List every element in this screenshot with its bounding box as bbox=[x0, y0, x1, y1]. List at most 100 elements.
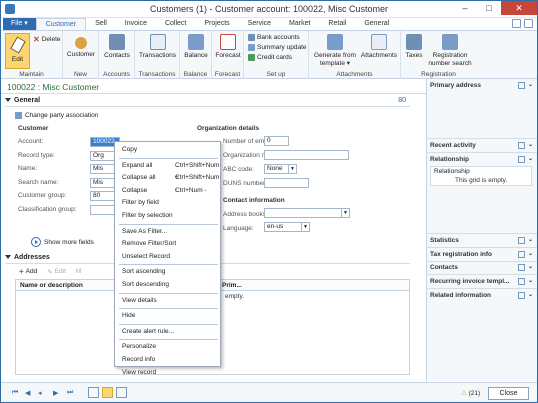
close-window-button[interactable]: ✕ bbox=[501, 1, 537, 15]
attachments-button[interactable]: Attachments bbox=[357, 34, 401, 60]
context-menu-item[interactable]: Collapse Ctrl+Num - bbox=[115, 185, 222, 197]
context-menu-item[interactable]: Create alert rule... bbox=[115, 326, 222, 338]
help-icon[interactable] bbox=[512, 19, 521, 28]
more-address-button[interactable]: M bbox=[76, 268, 81, 275]
context-menu-item[interactable]: View details bbox=[115, 295, 222, 307]
close-button[interactable]: Close bbox=[488, 387, 529, 400]
previous-record-icon[interactable]: ◀ bbox=[25, 389, 30, 397]
file-tab[interactable]: File ▾ bbox=[3, 18, 36, 30]
factbox-recurring-invoice[interactable]: Recurring invoice templ... ⌄ bbox=[430, 278, 533, 285]
edit-button[interactable]: Edit bbox=[5, 33, 30, 69]
address-books-select[interactable]: ▼ bbox=[264, 208, 350, 218]
context-menu-item[interactable]: Sort descending bbox=[115, 279, 222, 291]
registration-number-search-button[interactable]: Registration number search bbox=[425, 34, 475, 68]
context-menu-item[interactable]: Hide bbox=[115, 310, 222, 322]
abc-code-select[interactable]: None ▼ bbox=[264, 164, 297, 174]
new-customer-button[interactable]: Customer bbox=[65, 34, 97, 59]
factbox-statistics[interactable]: Statistics ⌄ bbox=[430, 237, 533, 244]
general-section-header[interactable]: General 80 bbox=[5, 97, 410, 107]
org-number-field[interactable] bbox=[264, 150, 349, 160]
tab-service[interactable]: Service bbox=[239, 18, 280, 30]
factbox-tax-registration[interactable]: Tax registration info ⌄ bbox=[430, 251, 533, 258]
chevron-down-icon[interactable]: ⌄ bbox=[528, 278, 533, 285]
tab-general[interactable]: General bbox=[355, 18, 398, 30]
tab-projects[interactable]: Projects bbox=[195, 18, 238, 30]
chevron-down-icon[interactable]: ⌄ bbox=[528, 251, 533, 258]
tab-sell[interactable]: Sell bbox=[86, 18, 116, 30]
pencil-icon: ✎ bbox=[47, 268, 53, 276]
context-menu-item[interactable]: Expand all Ctrl+Shift+Num + bbox=[115, 160, 222, 181]
chevron-down-icon[interactable]: ⌄ bbox=[528, 142, 533, 149]
maximize-icon[interactable] bbox=[517, 156, 525, 163]
notifications-count[interactable]: ⚠ (21) bbox=[461, 389, 480, 397]
transactions-button[interactable]: Transactions bbox=[137, 34, 178, 60]
context-menu-item[interactable]: Personalize bbox=[115, 341, 222, 353]
chevron-down-icon[interactable]: ⌄ bbox=[528, 82, 533, 89]
tab-customer[interactable]: Customer bbox=[35, 18, 87, 30]
template-icon bbox=[327, 34, 343, 50]
chevron-down-icon[interactable]: ⌄ bbox=[528, 292, 533, 299]
grid-view-icon[interactable] bbox=[116, 387, 127, 398]
tab-collect[interactable]: Collect bbox=[156, 18, 195, 30]
chevron-down-icon[interactable]: ⌄ bbox=[528, 237, 533, 244]
factbox-related-info[interactable]: Related information ⌄ bbox=[430, 292, 533, 299]
maximize-button[interactable]: □ bbox=[477, 1, 501, 15]
bank-accounts-button[interactable]: Bank accounts bbox=[248, 34, 300, 41]
context-menu-item[interactable]: Remove Filter/Sort bbox=[115, 238, 222, 250]
chevron-down-icon[interactable]: ⌄ bbox=[528, 156, 533, 163]
minimize-button[interactable]: – bbox=[453, 1, 477, 15]
duns-field[interactable] bbox=[264, 178, 309, 188]
context-menu-item[interactable]: Filter by selection bbox=[115, 210, 222, 222]
maximize-icon[interactable] bbox=[517, 82, 525, 89]
context-menu-item[interactable]: Save As Filter... bbox=[115, 226, 222, 238]
context-menu-item[interactable]: View record bbox=[115, 367, 222, 379]
relationship-column[interactable]: Relationship bbox=[434, 168, 470, 175]
options-icon[interactable] bbox=[524, 19, 533, 28]
factbox-relationship[interactable]: Relationship ⌄ bbox=[430, 156, 533, 163]
menu-separator bbox=[119, 157, 218, 159]
details-view-icon[interactable] bbox=[102, 387, 113, 398]
col-name-header[interactable]: Name or description bbox=[20, 282, 83, 289]
balance-button[interactable]: Balance bbox=[181, 34, 211, 60]
tab-market[interactable]: Market bbox=[280, 18, 319, 30]
summary-update-button[interactable]: Summary update bbox=[248, 44, 307, 51]
context-menu-item[interactable]: Record info bbox=[115, 354, 222, 366]
col-primary-header[interactable]: Prim... bbox=[222, 282, 242, 289]
last-record-icon[interactable]: ⏭ bbox=[67, 389, 73, 397]
maximize-icon[interactable] bbox=[517, 264, 525, 271]
context-menu-item[interactable]: Sort ascending bbox=[115, 266, 222, 278]
maximize-icon[interactable] bbox=[517, 251, 525, 258]
maximize-icon[interactable] bbox=[517, 278, 525, 285]
previous-page-icon[interactable]: ◂ bbox=[38, 389, 42, 397]
factbox-recent-activity[interactable]: Recent activity ⌄ bbox=[430, 142, 533, 149]
next-page-icon[interactable]: ▶ bbox=[53, 389, 58, 397]
change-party-association[interactable]: Change party association bbox=[15, 112, 98, 119]
chevron-down-icon: ▼ bbox=[301, 223, 309, 231]
context-menu-item[interactable]: Filter by field bbox=[115, 197, 222, 209]
generate-from-template-button[interactable]: Generate from template ▾ bbox=[311, 34, 359, 68]
factbox-contacts[interactable]: Contacts ⌄ bbox=[430, 264, 533, 271]
taxes-button[interactable]: Taxes bbox=[403, 34, 425, 60]
language-select[interactable]: en-us ▼ bbox=[264, 222, 310, 232]
factbox-primary-address[interactable]: Primary address ⌄ bbox=[430, 82, 533, 89]
maximize-icon[interactable] bbox=[517, 142, 525, 149]
forecast-button[interactable]: Forecast bbox=[213, 34, 243, 60]
form-view-icon[interactable] bbox=[88, 387, 99, 398]
credit-cards-button[interactable]: Credit cards bbox=[248, 54, 292, 61]
employees-field[interactable]: 0 bbox=[264, 136, 289, 146]
chevron-down-icon[interactable]: ⌄ bbox=[528, 264, 533, 271]
tab-invoice[interactable]: Invoice bbox=[116, 18, 156, 30]
first-record-icon[interactable]: ⏮ bbox=[12, 389, 18, 397]
contacts-button[interactable]: Contacts bbox=[101, 34, 133, 60]
delete-button[interactable]: ✕ Delete bbox=[33, 35, 61, 44]
context-menu-item[interactable]: Unselect Record bbox=[115, 251, 222, 263]
show-more-fields[interactable]: Show more fields bbox=[31, 237, 94, 247]
context-menu-item[interactable]: Copy bbox=[115, 144, 222, 156]
edit-address-button[interactable]: ✎ Edit bbox=[47, 268, 66, 276]
forecast-chart-icon bbox=[220, 34, 236, 50]
tab-retail[interactable]: Retail bbox=[319, 18, 355, 30]
maximize-icon[interactable] bbox=[517, 292, 525, 299]
context-menu-item[interactable]: Collapse all Ctrl+Shift+Num - bbox=[115, 172, 222, 193]
maximize-icon[interactable] bbox=[517, 237, 525, 244]
add-address-button[interactable]: + Add bbox=[19, 267, 37, 276]
